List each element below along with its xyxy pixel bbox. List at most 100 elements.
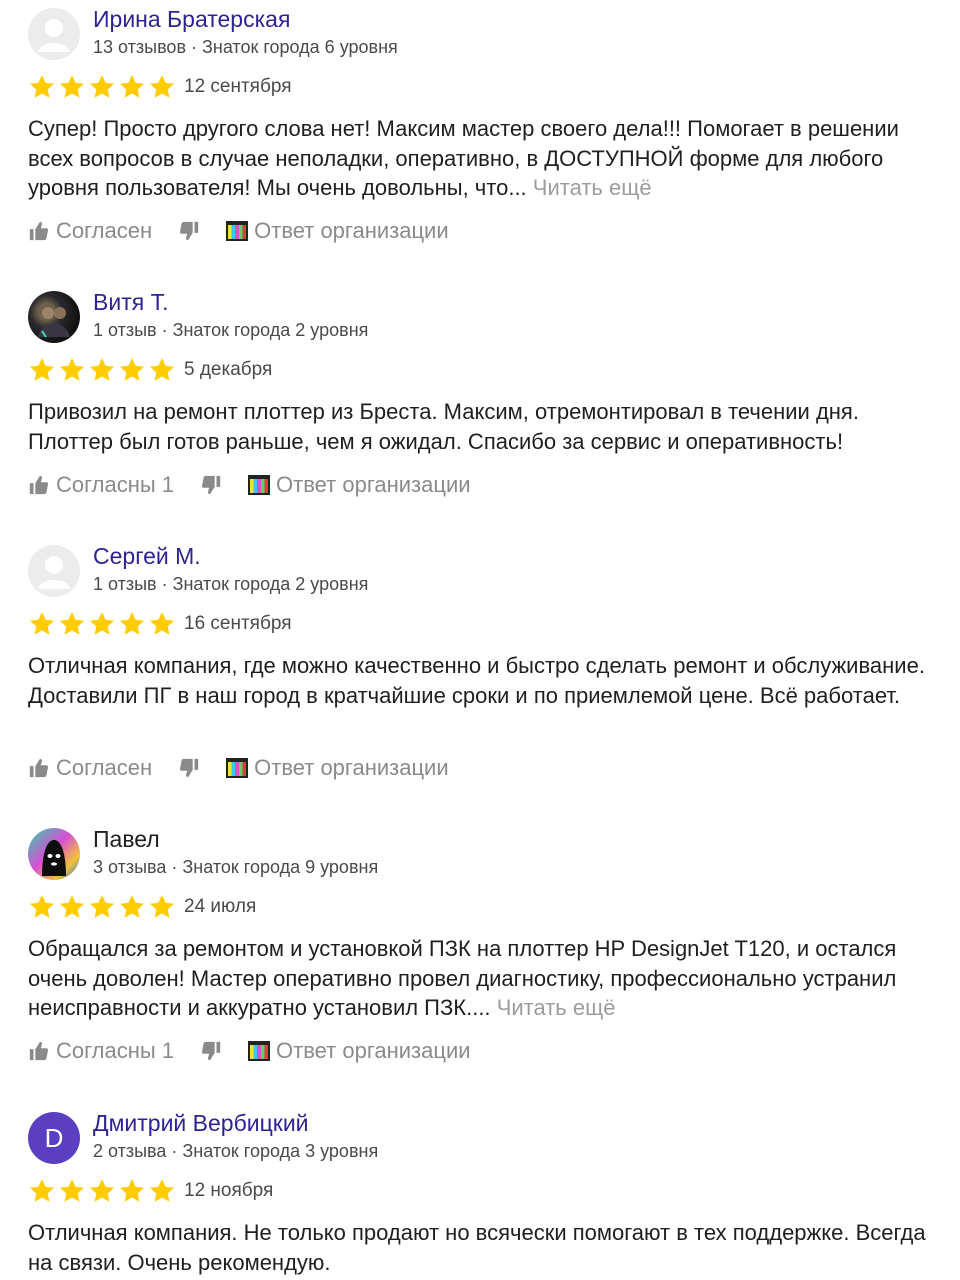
star-icon bbox=[149, 1179, 175, 1202]
review-actions: Согласны 1 Ответ организации bbox=[28, 1038, 497, 1064]
reviewer-name[interactable]: Ирина Братерская bbox=[93, 6, 290, 33]
reviewer-name[interactable]: Дмитрий Вербицкий bbox=[93, 1110, 309, 1137]
org-reply-button[interactable]: Ответ организации bbox=[248, 1038, 471, 1064]
agree-button[interactable]: Согласен bbox=[28, 755, 152, 781]
read-more-link[interactable]: Читать ещё bbox=[533, 175, 652, 200]
organization-logo-icon bbox=[226, 758, 249, 778]
star-icon bbox=[89, 75, 115, 98]
star-icon bbox=[149, 612, 175, 635]
star-icon bbox=[89, 612, 115, 635]
review-actions: Согласны 1 Ответ организации bbox=[28, 472, 497, 498]
star-icon bbox=[119, 1179, 145, 1202]
review-body: Отличная компания, где можно качественно… bbox=[28, 653, 925, 708]
disagree-button[interactable] bbox=[200, 1040, 222, 1062]
review-date: 5 декабря bbox=[184, 359, 273, 380]
thumbs-up-icon bbox=[29, 475, 49, 495]
reviewer-meta: 2 отзыва · Знаток города 3 уровня bbox=[93, 1141, 379, 1161]
thumbs-down-icon bbox=[180, 758, 199, 778]
avatar[interactable]: D bbox=[28, 1112, 80, 1164]
agree-button[interactable]: Согласны 1 bbox=[28, 1038, 174, 1064]
star-icon bbox=[59, 75, 85, 98]
star-icon bbox=[29, 358, 55, 381]
rating-stars bbox=[28, 356, 176, 384]
disagree-button[interactable] bbox=[200, 474, 222, 496]
star-icon bbox=[59, 358, 85, 381]
org-reply-button[interactable]: Ответ организации bbox=[226, 755, 449, 781]
user-photo-icon bbox=[38, 307, 70, 338]
star-icon bbox=[119, 895, 145, 918]
review-text: Привозил на ремонт плоттер из Бреста. Ма… bbox=[28, 397, 948, 456]
reviewer-meta: 1 отзыв · Знаток города 2 уровня bbox=[93, 574, 369, 594]
reviewer-name[interactable]: Павел bbox=[93, 826, 160, 853]
star-icon bbox=[59, 1179, 85, 1202]
rating-stars bbox=[28, 73, 176, 101]
star-icon bbox=[89, 358, 115, 381]
agree-label: Согласны 1 bbox=[56, 472, 175, 497]
review-text: Обращался за ремонтом и установкой ПЗК н… bbox=[28, 934, 948, 1023]
reviewer-meta: 1 отзыв · Знаток города 2 уровня bbox=[93, 320, 369, 340]
organization-logo-icon bbox=[248, 1041, 271, 1061]
star-icon bbox=[29, 895, 55, 918]
star-icon bbox=[59, 612, 85, 635]
avatar[interactable] bbox=[28, 291, 80, 343]
review-date: 24 июля bbox=[184, 896, 257, 917]
avatar-letter: D bbox=[44, 1122, 64, 1153]
reviewer-meta: 3 отзыва · Знаток города 9 уровня bbox=[93, 857, 379, 877]
rating-stars bbox=[28, 610, 176, 638]
star-icon bbox=[119, 612, 145, 635]
user-placeholder-icon bbox=[38, 556, 70, 589]
star-icon bbox=[149, 75, 175, 98]
review-text: Отличная компания. Не только продают но … bbox=[28, 1218, 948, 1277]
org-reply-label: Ответ организации bbox=[254, 218, 449, 243]
star-icon bbox=[119, 75, 145, 98]
reviewer-name[interactable]: Сергей М. bbox=[93, 543, 201, 570]
review-body: Обращался за ремонтом и установкой ПЗК н… bbox=[28, 936, 897, 1020]
agree-label: Согласен bbox=[56, 755, 153, 780]
disagree-button[interactable] bbox=[178, 757, 200, 779]
reviewer-name[interactable]: Витя Т. bbox=[93, 289, 168, 316]
thumbs-down-icon bbox=[202, 1041, 221, 1061]
review-body: Привозил на ремонт плоттер из Бреста. Ма… bbox=[28, 399, 859, 454]
review-body: Отличная компания. Не только продают но … bbox=[28, 1220, 926, 1275]
agree-button[interactable]: Согласны 1 bbox=[28, 472, 174, 498]
review-date: 16 сентября bbox=[184, 613, 292, 634]
review-date: 12 сентября bbox=[184, 76, 292, 97]
user-placeholder-icon bbox=[38, 19, 70, 52]
star-icon bbox=[119, 358, 145, 381]
thumbs-up-icon bbox=[29, 1041, 49, 1061]
organization-logo-icon bbox=[226, 221, 249, 241]
review-actions: Согласен Ответ организации bbox=[28, 218, 475, 244]
star-icon bbox=[29, 75, 55, 98]
masked-person-icon bbox=[42, 840, 66, 876]
org-reply-button[interactable]: Ответ организации bbox=[248, 472, 471, 498]
rating-stars bbox=[28, 893, 176, 921]
review-date: 12 ноября bbox=[184, 1180, 274, 1201]
organization-logo-icon bbox=[248, 475, 271, 495]
disagree-button[interactable] bbox=[178, 220, 200, 242]
agree-label: Согласен bbox=[56, 218, 153, 243]
star-icon bbox=[29, 612, 55, 635]
review-text: Супер! Просто другого слова нет! Максим … bbox=[28, 114, 948, 203]
rating-stars bbox=[28, 1177, 176, 1205]
thumbs-down-icon bbox=[180, 221, 199, 241]
read-more-link[interactable]: Читать ещё bbox=[497, 995, 616, 1020]
avatar[interactable] bbox=[28, 8, 80, 60]
star-icon bbox=[149, 358, 175, 381]
review-text: Отличная компания, где можно качественно… bbox=[28, 651, 948, 710]
review-actions: Согласен Ответ организации bbox=[28, 755, 475, 781]
reviewer-meta: 13 отзывов · Знаток города 6 уровня bbox=[93, 37, 398, 57]
star-icon bbox=[29, 1179, 55, 1202]
agree-label: Согласны 1 bbox=[56, 1038, 175, 1063]
review-body: Супер! Просто другого слова нет! Максим … bbox=[28, 116, 899, 200]
org-reply-label: Ответ организации bbox=[276, 472, 471, 497]
thumbs-up-icon bbox=[29, 221, 49, 241]
avatar[interactable] bbox=[28, 828, 80, 880]
agree-button[interactable]: Согласен bbox=[28, 218, 152, 244]
star-icon bbox=[89, 895, 115, 918]
thumbs-up-icon bbox=[29, 758, 49, 778]
star-icon bbox=[149, 895, 175, 918]
org-reply-button[interactable]: Ответ организации bbox=[226, 218, 449, 244]
avatar[interactable] bbox=[28, 545, 80, 597]
thumbs-down-icon bbox=[202, 475, 221, 495]
star-icon bbox=[59, 895, 85, 918]
